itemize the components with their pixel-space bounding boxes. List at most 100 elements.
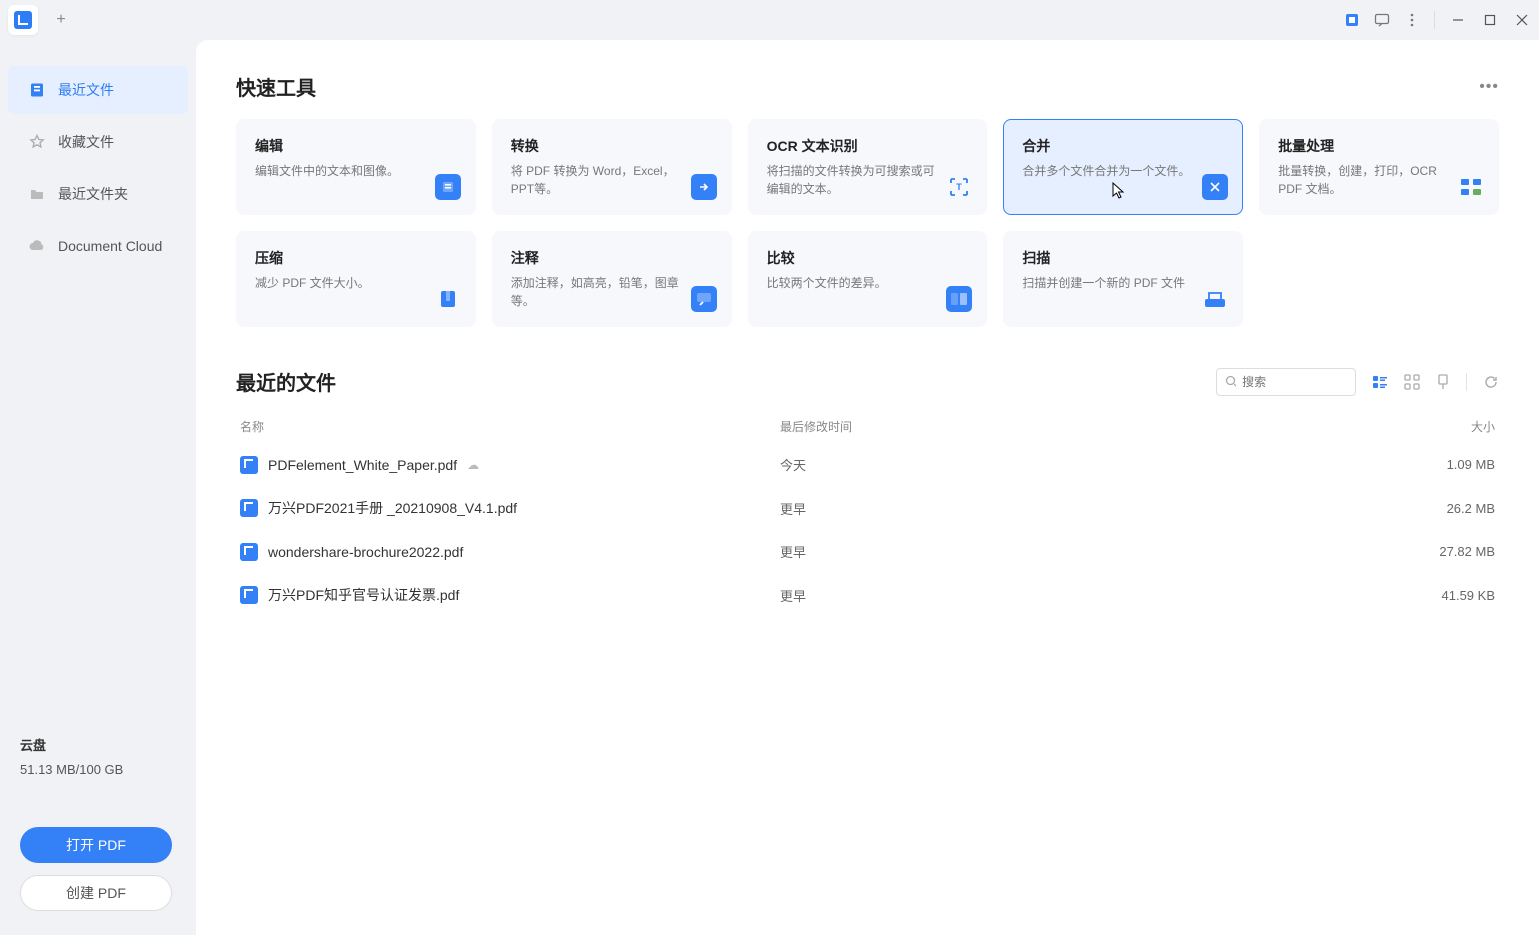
search-input[interactable] bbox=[1242, 375, 1347, 389]
convert-icon bbox=[691, 174, 717, 200]
file-name-cell: PDFelement_White_Paper.pdf☁ bbox=[240, 456, 780, 474]
column-name: 名称 bbox=[240, 418, 780, 435]
app-body: 最近文件 收藏文件 最近文件夹 Document Cloud 云盘 51.13 … bbox=[0, 40, 1539, 935]
titlebar-right bbox=[1344, 11, 1531, 29]
file-name-text: 万兴PDF2021手册 _20210908_V4.1.pdf bbox=[268, 498, 517, 518]
file-size-cell: 1.09 MB bbox=[1375, 457, 1495, 472]
titlebar: + bbox=[0, 0, 1539, 40]
column-size: 大小 bbox=[1375, 418, 1495, 435]
star-icon bbox=[28, 133, 46, 151]
create-pdf-button[interactable]: 创建 PDF bbox=[20, 875, 172, 911]
file-name-cell: 万兴PDF2021手册 _20210908_V4.1.pdf bbox=[240, 498, 780, 518]
tool-title: 比较 bbox=[767, 248, 969, 268]
sidebar-item-label: 收藏文件 bbox=[58, 132, 114, 152]
tool-title: 编辑 bbox=[255, 136, 457, 156]
tool-card-edit[interactable]: 编辑 编辑文件中的文本和图像。 bbox=[236, 119, 476, 215]
tool-title: 扫描 bbox=[1022, 248, 1224, 268]
maximize-button[interactable] bbox=[1481, 11, 1499, 29]
file-name-text: wondershare-brochure2022.pdf bbox=[268, 544, 463, 560]
tool-card-batch[interactable]: 批量处理 批量转换，创建，打印，OCR PDF 文档。 bbox=[1259, 119, 1499, 215]
app-tab[interactable] bbox=[8, 5, 38, 35]
tool-title: 合并 bbox=[1022, 136, 1224, 156]
table-row[interactable]: wondershare-brochure2022.pdf更早27.82 MB bbox=[236, 530, 1499, 573]
tool-card-compress[interactable]: 压缩 减少 PDF 文件大小。 bbox=[236, 231, 476, 327]
tool-desc: 批量转换，创建，打印，OCR PDF 文档。 bbox=[1278, 162, 1480, 198]
file-name-text: 万兴PDF知乎官号认证发票.pdf bbox=[268, 585, 459, 605]
tool-title: OCR 文本识别 bbox=[767, 136, 969, 156]
tool-title: 转换 bbox=[511, 136, 713, 156]
recent-toolbar bbox=[1216, 368, 1499, 396]
view-list-icon[interactable] bbox=[1372, 374, 1388, 390]
tool-desc: 比较两个文件的差异。 bbox=[767, 274, 969, 292]
titlebar-left: + bbox=[8, 5, 76, 35]
app-logo-icon bbox=[14, 11, 32, 29]
tool-card-merge[interactable]: 合并 合并多个文件合并为一个文件。 bbox=[1003, 119, 1243, 215]
sidebar-item-favorites[interactable]: 收藏文件 bbox=[8, 118, 188, 166]
more-dots-icon[interactable]: ••• bbox=[1479, 78, 1499, 96]
sidebar-footer: 云盘 51.13 MB/100 GB 打开 PDF 创建 PDF bbox=[0, 717, 196, 935]
batch-icon bbox=[1458, 174, 1484, 200]
scan-icon bbox=[1202, 286, 1228, 312]
pdf-file-icon bbox=[240, 586, 258, 604]
tool-card-annotate[interactable]: 注释 添加注释，如高亮，铅笔，图章等。 bbox=[492, 231, 732, 327]
pdf-file-icon bbox=[240, 456, 258, 474]
sidebar-item-label: 最近文件 bbox=[58, 80, 114, 100]
sidebar-item-recent-folders[interactable]: 最近文件夹 bbox=[8, 170, 188, 218]
new-tab-button[interactable]: + bbox=[46, 5, 76, 35]
file-name-cell: 万兴PDF知乎官号认证发票.pdf bbox=[240, 585, 780, 605]
file-date-cell: 更早 bbox=[780, 542, 1375, 561]
main-content: 快速工具 ••• 编辑 编辑文件中的文本和图像。 转换 将 PDF 转换为 Wo… bbox=[196, 40, 1539, 935]
sidebar-item-recent-files[interactable]: 最近文件 bbox=[8, 66, 188, 114]
search-box[interactable] bbox=[1216, 368, 1356, 396]
tool-title: 批量处理 bbox=[1278, 136, 1480, 156]
edit-icon bbox=[435, 174, 461, 200]
pin-icon[interactable] bbox=[1436, 374, 1450, 390]
compress-icon bbox=[435, 286, 461, 312]
tool-grid: 编辑 编辑文件中的文本和图像。 转换 将 PDF 转换为 Word，Excel，… bbox=[236, 119, 1499, 327]
cloud-icon bbox=[28, 237, 46, 255]
annotate-icon bbox=[691, 286, 717, 312]
view-grid-icon[interactable] bbox=[1404, 374, 1420, 390]
app-small-icon[interactable] bbox=[1344, 12, 1360, 28]
table-row[interactable]: 万兴PDF2021手册 _20210908_V4.1.pdf 更早26.2 MB bbox=[236, 486, 1499, 530]
tools-title: 快速工具 bbox=[236, 72, 316, 101]
sidebar-item-document-cloud[interactable]: Document Cloud bbox=[8, 222, 188, 270]
tool-card-convert[interactable]: 转换 将 PDF 转换为 Word，Excel，PPT等。 bbox=[492, 119, 732, 215]
tool-title: 注释 bbox=[511, 248, 713, 268]
separator bbox=[1434, 11, 1435, 29]
pdf-file-icon bbox=[240, 543, 258, 561]
feedback-icon[interactable] bbox=[1374, 12, 1390, 28]
recent-title: 最近的文件 bbox=[236, 367, 336, 396]
folder-icon bbox=[28, 185, 46, 203]
tool-desc: 扫描并创建一个新的 PDF 文件 bbox=[1022, 274, 1224, 292]
tool-desc: 将 PDF 转换为 Word，Excel，PPT等。 bbox=[511, 162, 713, 198]
tool-desc: 减少 PDF 文件大小。 bbox=[255, 274, 457, 292]
separator bbox=[1466, 373, 1467, 391]
file-date-cell: 更早 bbox=[780, 586, 1375, 605]
tool-card-ocr[interactable]: OCR 文本识别 将扫描的文件转换为可搜索或可编辑的文本。 T bbox=[748, 119, 988, 215]
file-size-cell: 41.59 KB bbox=[1375, 588, 1495, 603]
tool-card-scan[interactable]: 扫描 扫描并创建一个新的 PDF 文件 bbox=[1003, 231, 1243, 327]
open-pdf-button[interactable]: 打开 PDF bbox=[20, 827, 172, 863]
table-header: 名称 最后修改时间 大小 bbox=[236, 410, 1499, 443]
tool-card-compare[interactable]: 比较 比较两个文件的差异。 bbox=[748, 231, 988, 327]
tool-desc: 添加注释，如高亮，铅笔，图章等。 bbox=[511, 274, 713, 310]
menu-dots-icon[interactable] bbox=[1404, 12, 1420, 28]
recent-header: 最近的文件 bbox=[236, 367, 1499, 396]
cloud-storage-quota: 51.13 MB/100 GB bbox=[20, 762, 176, 777]
search-icon bbox=[1225, 375, 1236, 388]
file-date-cell: 更早 bbox=[780, 499, 1375, 518]
file-size-cell: 26.2 MB bbox=[1375, 501, 1495, 516]
close-button[interactable] bbox=[1513, 11, 1531, 29]
file-list: PDFelement_White_Paper.pdf☁今天1.09 MB万兴PD… bbox=[236, 443, 1499, 617]
compare-icon bbox=[946, 286, 972, 312]
refresh-icon[interactable] bbox=[1483, 374, 1499, 390]
table-row[interactable]: 万兴PDF知乎官号认证发票.pdf 更早41.59 KB bbox=[236, 573, 1499, 617]
svg-text:T: T bbox=[957, 182, 963, 192]
minimize-button[interactable] bbox=[1449, 11, 1467, 29]
file-name-text: PDFelement_White_Paper.pdf bbox=[268, 457, 457, 473]
tools-header: 快速工具 ••• bbox=[236, 72, 1499, 101]
cloud-storage-label: 云盘 bbox=[20, 735, 176, 754]
tool-title: 压缩 bbox=[255, 248, 457, 268]
table-row[interactable]: PDFelement_White_Paper.pdf☁今天1.09 MB bbox=[236, 443, 1499, 486]
